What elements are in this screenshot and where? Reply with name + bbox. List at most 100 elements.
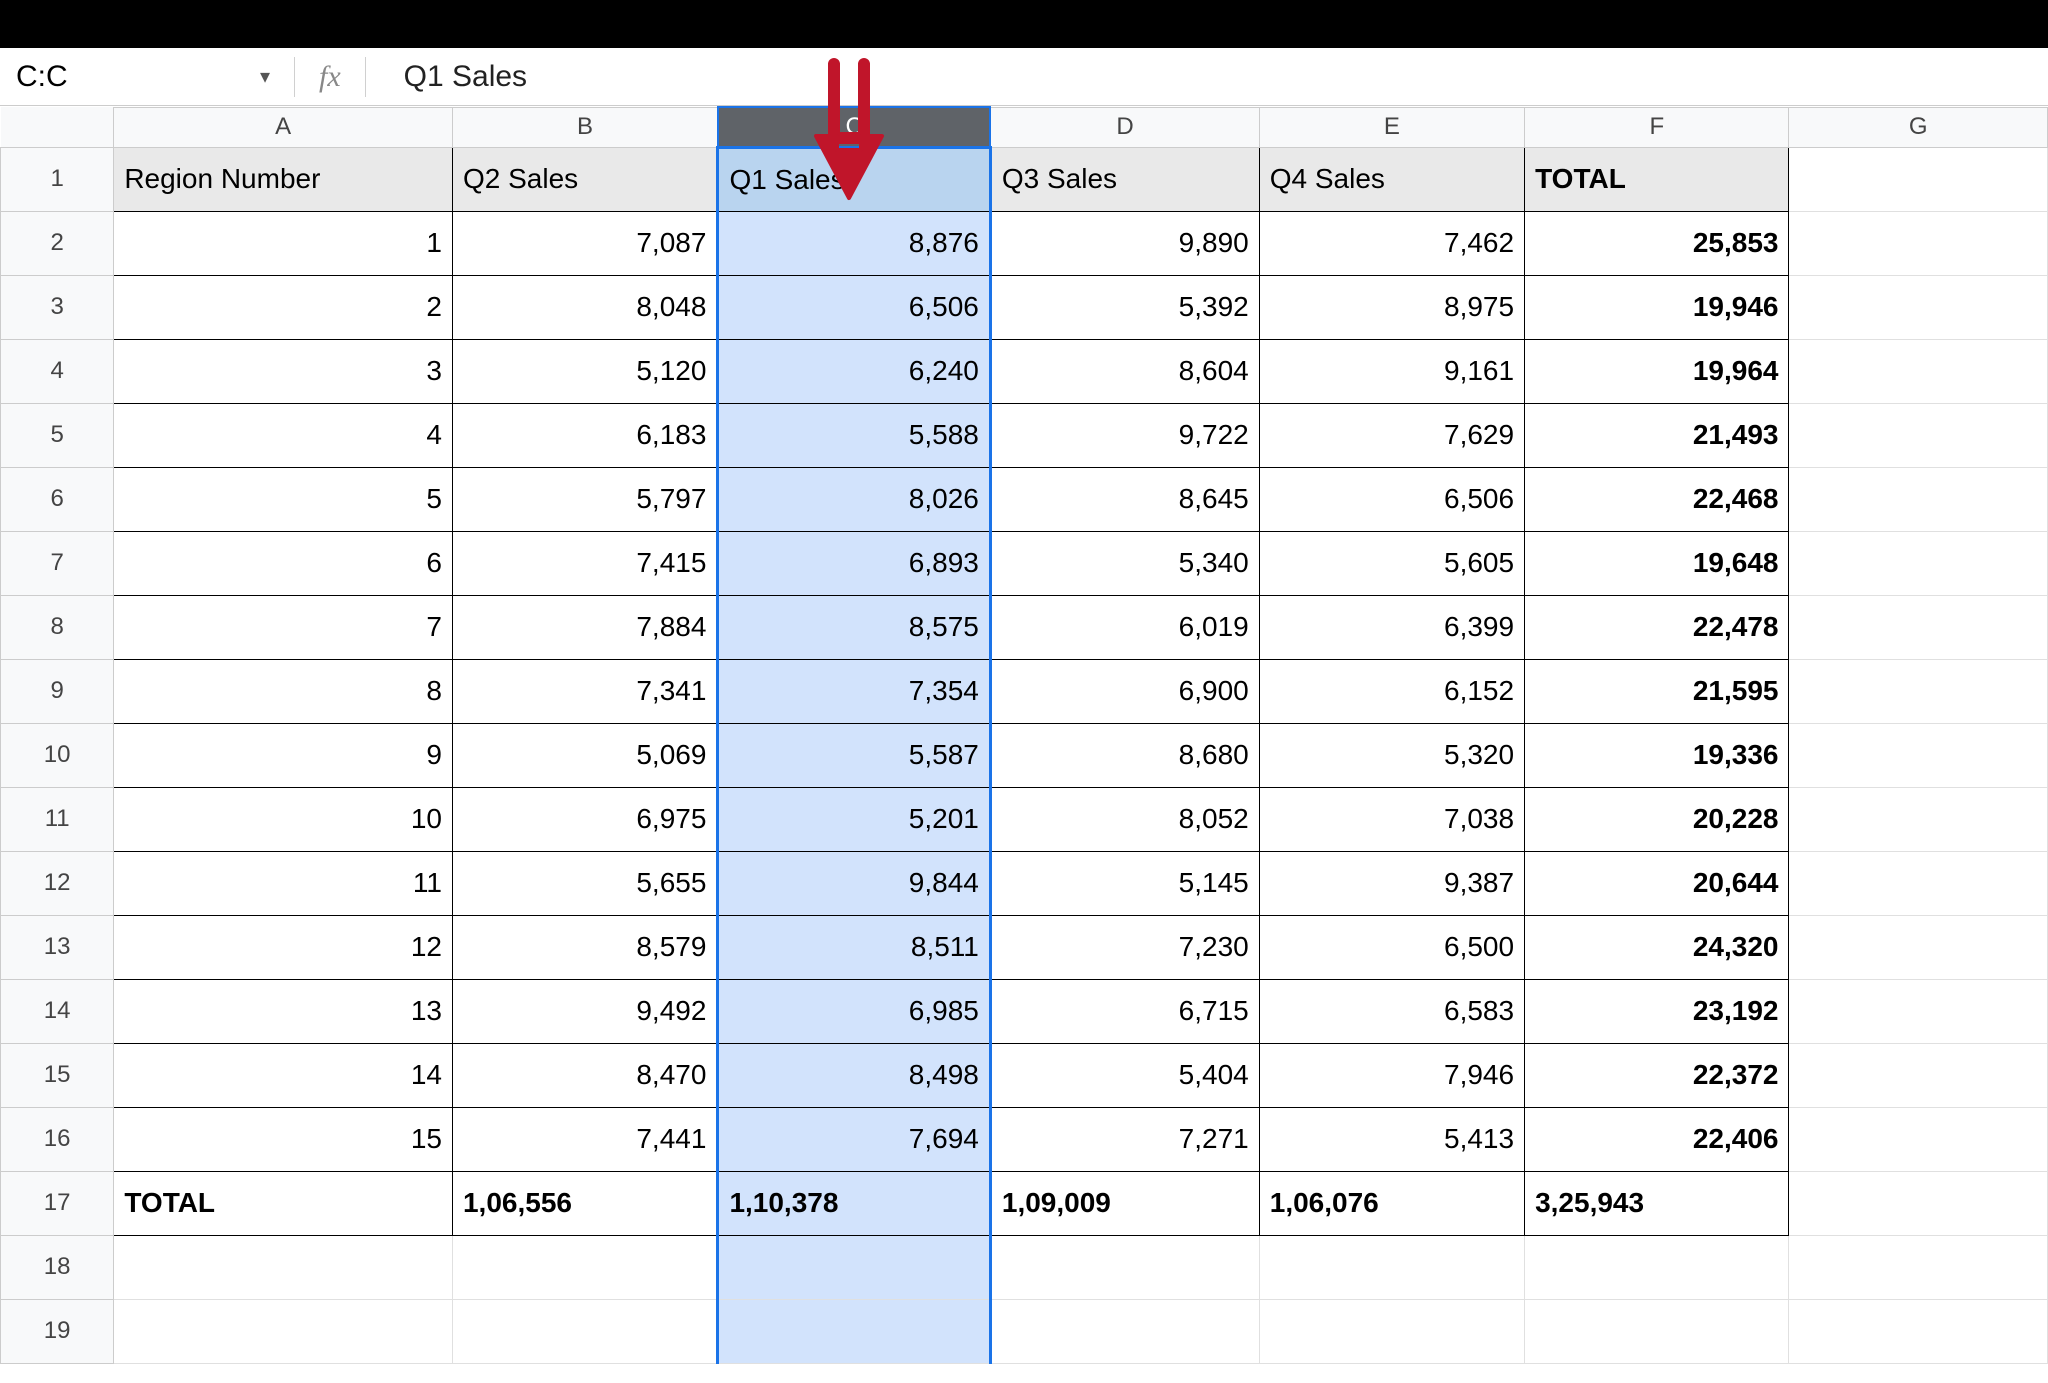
cell-B15[interactable]: 8,470 [452, 1043, 717, 1107]
cell-F17[interactable]: 3,25,943 [1525, 1171, 1789, 1235]
cell-A6[interactable]: 5 [114, 467, 453, 531]
row-head-3[interactable]: 3 [1, 275, 114, 339]
cell-G1[interactable] [1789, 147, 2048, 211]
cell-C8[interactable]: 8,575 [718, 595, 990, 659]
cell-B1[interactable]: Q2 Sales [452, 147, 717, 211]
row-head-5[interactable]: 5 [1, 403, 114, 467]
cell-G6[interactable] [1789, 467, 2048, 531]
cell-B6[interactable]: 5,797 [452, 467, 717, 531]
cell-E9[interactable]: 6,152 [1259, 659, 1524, 723]
cell-B7[interactable]: 7,415 [452, 531, 717, 595]
cell-F8[interactable]: 22,478 [1525, 595, 1789, 659]
cell-B2[interactable]: 7,087 [452, 211, 717, 275]
cell-C11[interactable]: 5,201 [718, 787, 990, 851]
cell-F11[interactable]: 20,228 [1525, 787, 1789, 851]
cell-A5[interactable]: 4 [114, 403, 453, 467]
cell-B9[interactable]: 7,341 [452, 659, 717, 723]
cell-G11[interactable] [1789, 787, 2048, 851]
cell-E5[interactable]: 7,629 [1259, 403, 1524, 467]
cell-D16[interactable]: 7,271 [990, 1107, 1259, 1171]
cell-A1[interactable]: Region Number [114, 147, 453, 211]
col-head-F[interactable]: F [1525, 107, 1789, 147]
row-head-7[interactable]: 7 [1, 531, 114, 595]
cell-E19[interactable] [1259, 1299, 1524, 1363]
cell-E14[interactable]: 6,583 [1259, 979, 1524, 1043]
cell-C1[interactable]: Q1 Sales [718, 147, 990, 211]
cell-G3[interactable] [1789, 275, 2048, 339]
cell-C10[interactable]: 5,587 [718, 723, 990, 787]
col-head-B[interactable]: B [452, 107, 717, 147]
cell-A14[interactable]: 13 [114, 979, 453, 1043]
cell-F18[interactable] [1525, 1235, 1789, 1299]
cell-G19[interactable] [1789, 1299, 2048, 1363]
cell-D1[interactable]: Q3 Sales [990, 147, 1259, 211]
row-head-1[interactable]: 1 [1, 147, 114, 211]
cell-A4[interactable]: 3 [114, 339, 453, 403]
cell-E4[interactable]: 9,161 [1259, 339, 1524, 403]
cell-F2[interactable]: 25,853 [1525, 211, 1789, 275]
row-head-4[interactable]: 4 [1, 339, 114, 403]
cell-F6[interactable]: 22,468 [1525, 467, 1789, 531]
cell-F13[interactable]: 24,320 [1525, 915, 1789, 979]
cell-B3[interactable]: 8,048 [452, 275, 717, 339]
cell-B16[interactable]: 7,441 [452, 1107, 717, 1171]
cell-C14[interactable]: 6,985 [718, 979, 990, 1043]
cell-C9[interactable]: 7,354 [718, 659, 990, 723]
cell-G18[interactable] [1789, 1235, 2048, 1299]
cell-A16[interactable]: 15 [114, 1107, 453, 1171]
cell-C19[interactable] [718, 1299, 990, 1363]
cell-D6[interactable]: 8,645 [990, 467, 1259, 531]
cell-F9[interactable]: 21,595 [1525, 659, 1789, 723]
col-head-E[interactable]: E [1259, 107, 1524, 147]
cell-E6[interactable]: 6,506 [1259, 467, 1524, 531]
cell-D11[interactable]: 8,052 [990, 787, 1259, 851]
cell-C7[interactable]: 6,893 [718, 531, 990, 595]
name-box[interactable]: C:C [0, 60, 250, 94]
cell-D19[interactable] [990, 1299, 1259, 1363]
cell-G13[interactable] [1789, 915, 2048, 979]
cell-D14[interactable]: 6,715 [990, 979, 1259, 1043]
cell-E12[interactable]: 9,387 [1259, 851, 1524, 915]
cell-A19[interactable] [114, 1299, 453, 1363]
row-head-11[interactable]: 11 [1, 787, 114, 851]
col-head-G[interactable]: G [1789, 107, 2048, 147]
cell-D12[interactable]: 5,145 [990, 851, 1259, 915]
row-head-18[interactable]: 18 [1, 1235, 114, 1299]
cell-F12[interactable]: 20,644 [1525, 851, 1789, 915]
cell-F19[interactable] [1525, 1299, 1789, 1363]
formula-input[interactable]: Q1 Sales [380, 60, 2048, 94]
cell-A18[interactable] [114, 1235, 453, 1299]
cell-A9[interactable]: 8 [114, 659, 453, 723]
cell-G7[interactable] [1789, 531, 2048, 595]
cell-C6[interactable]: 8,026 [718, 467, 990, 531]
cell-D7[interactable]: 5,340 [990, 531, 1259, 595]
cell-E7[interactable]: 5,605 [1259, 531, 1524, 595]
cell-D17[interactable]: 1,09,009 [990, 1171, 1259, 1235]
cell-E16[interactable]: 5,413 [1259, 1107, 1524, 1171]
cell-G17[interactable] [1789, 1171, 2048, 1235]
cell-C3[interactable]: 6,506 [718, 275, 990, 339]
cell-E10[interactable]: 5,320 [1259, 723, 1524, 787]
cell-F4[interactable]: 19,964 [1525, 339, 1789, 403]
cell-B11[interactable]: 6,975 [452, 787, 717, 851]
cell-C2[interactable]: 8,876 [718, 211, 990, 275]
cell-D3[interactable]: 5,392 [990, 275, 1259, 339]
cell-A13[interactable]: 12 [114, 915, 453, 979]
cell-A3[interactable]: 2 [114, 275, 453, 339]
cell-E13[interactable]: 6,500 [1259, 915, 1524, 979]
row-head-15[interactable]: 15 [1, 1043, 114, 1107]
cell-C18[interactable] [718, 1235, 990, 1299]
cell-A12[interactable]: 11 [114, 851, 453, 915]
row-head-19[interactable]: 19 [1, 1299, 114, 1363]
cell-F1[interactable]: TOTAL [1525, 147, 1789, 211]
cell-E15[interactable]: 7,946 [1259, 1043, 1524, 1107]
cell-B17[interactable]: 1,06,556 [452, 1171, 717, 1235]
cell-B4[interactable]: 5,120 [452, 339, 717, 403]
cell-E11[interactable]: 7,038 [1259, 787, 1524, 851]
row-head-13[interactable]: 13 [1, 915, 114, 979]
cell-D10[interactable]: 8,680 [990, 723, 1259, 787]
cell-B19[interactable] [452, 1299, 717, 1363]
row-head-10[interactable]: 10 [1, 723, 114, 787]
col-head-C[interactable]: C [718, 107, 990, 147]
cell-A17[interactable]: TOTAL [114, 1171, 453, 1235]
